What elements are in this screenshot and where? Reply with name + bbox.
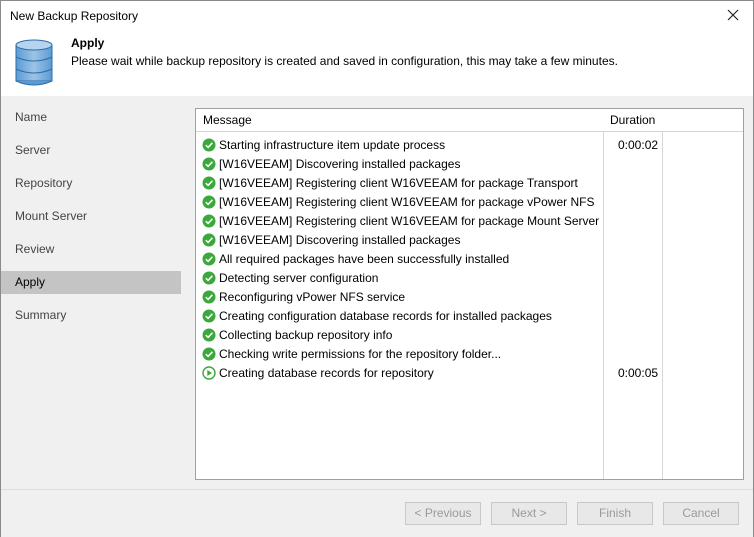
log-row[interactable]: [W16VEEAM] Registering client W16VEEAM f…	[196, 193, 743, 212]
log-row[interactable]: [W16VEEAM] Discovering installed package…	[196, 231, 743, 250]
check-circle-icon	[202, 138, 216, 152]
finish-button[interactable]: Finish	[577, 502, 653, 525]
log-row[interactable]: [W16VEEAM] Registering client W16VEEAM f…	[196, 174, 743, 193]
log-message: [W16VEEAM] Discovering installed package…	[219, 157, 461, 171]
log-message: Checking write permissions for the repos…	[219, 347, 502, 361]
log-row[interactable]: [W16VEEAM] Discovering installed package…	[196, 155, 743, 174]
grid-header: Message Duration	[196, 109, 743, 132]
wizard-steps: Name Server Repository Mount Server Revi…	[1, 96, 181, 489]
step-summary[interactable]: Summary	[1, 304, 181, 327]
check-circle-icon	[202, 233, 216, 247]
cancel-button[interactable]: Cancel	[663, 502, 739, 525]
log-duration: 0:00:05	[618, 366, 659, 380]
column-header-duration[interactable]: Duration	[610, 113, 655, 127]
check-circle-icon	[202, 271, 216, 285]
log-message: [W16VEEAM] Registering client W16VEEAM f…	[219, 214, 600, 228]
page-description: Please wait while backup repository is c…	[71, 54, 618, 68]
log-message: All required packages have been successf…	[219, 252, 510, 266]
wizard-footer: < Previous Next > Finish Cancel	[1, 489, 753, 537]
log-row[interactable]: [W16VEEAM] Registering client W16VEEAM f…	[196, 212, 743, 231]
step-mount-server[interactable]: Mount Server	[1, 205, 181, 228]
log-row[interactable]: Checking write permissions for the repos…	[196, 345, 743, 364]
next-button[interactable]: Next >	[491, 502, 567, 525]
log-row[interactable]: Creating database records for repository…	[196, 364, 743, 383]
check-circle-icon	[202, 157, 216, 171]
title-bar: New Backup Repository	[1, 1, 753, 31]
log-row[interactable]: Starting infrastructure item update proc…	[196, 136, 743, 155]
log-message: Detecting server configuration	[219, 271, 379, 285]
log-row[interactable]: Creating configuration database records …	[196, 307, 743, 326]
previous-button[interactable]: < Previous	[405, 502, 481, 525]
check-circle-icon	[202, 328, 216, 342]
log-message: Creating database records for repository	[219, 366, 434, 380]
step-server[interactable]: Server	[1, 139, 181, 162]
check-circle-icon	[202, 195, 216, 209]
window-title: New Backup Repository	[10, 9, 139, 23]
log-duration: 0:00:02	[618, 138, 659, 152]
log-row[interactable]: Reconfiguring vPower NFS service	[196, 288, 743, 307]
log-grid[interactable]: Message Duration Starting infrastructure…	[195, 108, 744, 480]
step-repository[interactable]: Repository	[1, 172, 181, 195]
log-message: Starting infrastructure item update proc…	[219, 138, 446, 152]
step-review[interactable]: Review	[1, 238, 181, 261]
content-pane: Message Duration Starting infrastructure…	[181, 96, 753, 489]
check-circle-icon	[202, 309, 216, 323]
log-message: [W16VEEAM] Registering client W16VEEAM f…	[219, 176, 578, 190]
wizard-window: New Backup Repository Apply Please wait …	[0, 0, 754, 537]
page-title: Apply	[71, 36, 105, 50]
close-button[interactable]	[723, 5, 745, 27]
step-apply[interactable]: Apply	[1, 271, 181, 294]
close-icon	[727, 9, 739, 21]
step-name[interactable]: Name	[1, 106, 181, 129]
log-row[interactable]: Detecting server configuration	[196, 269, 743, 288]
database-icon	[15, 39, 53, 86]
log-message: Creating configuration database records …	[219, 309, 552, 323]
wizard-header: Apply Please wait while backup repositor…	[1, 31, 753, 95]
check-circle-icon	[202, 290, 216, 304]
log-message: [W16VEEAM] Discovering installed package…	[219, 233, 461, 247]
play-circle-icon	[202, 366, 216, 380]
check-circle-icon	[202, 252, 216, 266]
check-circle-icon	[202, 176, 216, 190]
check-circle-icon	[202, 214, 216, 228]
log-message: [W16VEEAM] Registering client W16VEEAM f…	[219, 195, 595, 209]
column-header-message[interactable]: Message	[203, 113, 252, 127]
check-circle-icon	[202, 347, 216, 361]
log-message: Collecting backup repository info	[219, 328, 393, 342]
log-row[interactable]: All required packages have been successf…	[196, 250, 743, 269]
log-row[interactable]: Collecting backup repository info	[196, 326, 743, 345]
log-message: Reconfiguring vPower NFS service	[219, 290, 406, 304]
